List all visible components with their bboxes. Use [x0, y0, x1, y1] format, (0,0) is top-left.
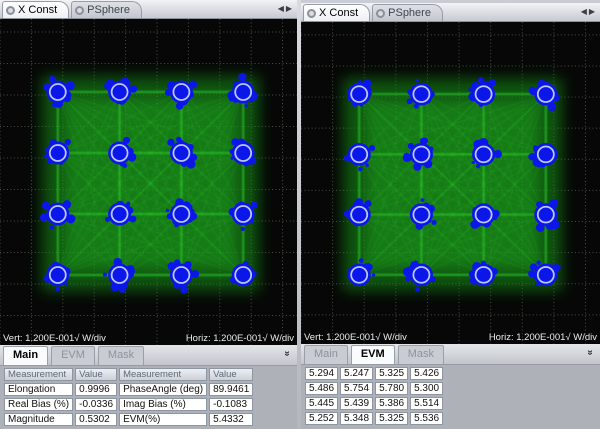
evm-value: 5.294	[305, 367, 338, 380]
tab-mask[interactable]: Mask	[98, 346, 144, 365]
right-results-section: Main EVM Mask » 5.294 5.247 5.325 5.426 …	[301, 344, 600, 429]
tab-scroll-arrows: ◀▶	[581, 7, 597, 16]
right-panel: X Const PSphere ◀▶ Vert: 1.200E-001√ W/d…	[301, 0, 600, 429]
collapse-table-icon[interactable]: »	[282, 351, 293, 357]
evm-value: 5.252	[305, 412, 338, 425]
tab-x-const[interactable]: X Const	[2, 1, 69, 18]
measurement-name: Magnitude	[4, 413, 73, 426]
measurement-name: Imag Bias (%)	[119, 398, 207, 411]
table-row: Elongation 0.9996 PhaseAngle (deg) 89.94…	[4, 383, 253, 396]
tab-x-const[interactable]: X Const	[303, 4, 370, 21]
right-results-tabbar: Main EVM Mask »	[301, 344, 600, 365]
measurement-value: 0.5302	[75, 413, 117, 426]
left-trace-tabbar: X Const PSphere ◀▶	[0, 0, 297, 19]
table-row: 5.486 5.754 5.780 5.300	[305, 382, 443, 395]
trace-circle-icon	[6, 6, 15, 15]
right-trace-tabbar: X Const PSphere ◀▶	[301, 3, 600, 22]
left-results-section: Main EVM Mask » Measurement Value Measur…	[0, 345, 297, 429]
evm-value: 5.486	[305, 382, 338, 395]
tab-label: PSphere	[87, 2, 130, 18]
evm-value: 5.348	[340, 412, 373, 425]
measurement-value: -0.1083	[209, 398, 253, 411]
vsa-window: X Const PSphere ◀▶ Vert: 1.200E-001√ W/d…	[0, 0, 600, 429]
left-panel: X Const PSphere ◀▶ Vert: 1.200E-001√ W/d…	[0, 0, 297, 429]
measurement-value: 0.9996	[75, 383, 117, 396]
table-row: Magnitude 0.5302 EVM(%) 5.4332	[4, 413, 253, 426]
measurement-name: EVM(%)	[119, 413, 207, 426]
evm-value: 5.780	[375, 382, 408, 395]
left-results-tabbar: Main EVM Mask »	[0, 345, 297, 366]
evm-value: 5.386	[375, 397, 408, 410]
evm-value: 5.514	[410, 397, 443, 410]
measurement-name: Real Bias (%)	[4, 398, 73, 411]
right-plot-area: Vert: 1.200E-001√ W/div Horiz: 1.200E-00…	[301, 22, 600, 344]
tab-evm[interactable]: EVM	[51, 346, 95, 365]
measurement-value: 89.9461	[209, 383, 253, 396]
measurement-value: -0.0336	[75, 398, 117, 411]
table-row: Real Bias (%) -0.0336 Imag Bias (%) -0.1…	[4, 398, 253, 411]
tab-evm[interactable]: EVM	[351, 345, 395, 364]
measurement-name: Elongation	[4, 383, 73, 396]
evm-value: 5.439	[340, 397, 373, 410]
tab-main[interactable]: Main	[304, 345, 348, 364]
tab-scroll-arrows: ◀▶	[278, 4, 294, 13]
tab-label: X Const	[18, 2, 57, 18]
evm-value: 5.325	[375, 412, 408, 425]
table-header-row: Measurement Value Measurement Value	[4, 368, 253, 381]
table-row: 5.445 5.439 5.386 5.514	[305, 397, 443, 410]
trace-circle-icon	[75, 6, 84, 15]
column-header: Value	[209, 368, 253, 381]
measurement-value: 5.4332	[209, 413, 253, 426]
constellation-plot[interactable]	[301, 22, 600, 344]
tab-label: X Const	[319, 5, 358, 21]
evm-grid-table: 5.294 5.247 5.325 5.426 5.486 5.754 5.78…	[303, 365, 445, 427]
tab-psphere[interactable]: PSphere	[372, 4, 443, 21]
evm-value: 5.247	[340, 367, 373, 380]
scroll-tabs-left-icon[interactable]: ◀	[278, 4, 286, 13]
constellation-plot[interactable]	[0, 19, 297, 345]
evm-value: 5.325	[375, 367, 408, 380]
scroll-tabs-right-icon[interactable]: ▶	[286, 4, 294, 13]
tab-mask[interactable]: Mask	[398, 345, 444, 364]
tab-main[interactable]: Main	[3, 346, 48, 365]
tab-psphere[interactable]: PSphere	[71, 1, 142, 18]
column-header: Measurement	[119, 368, 207, 381]
column-header: Value	[75, 368, 117, 381]
left-plot-area: Vert: 1.200E-001√ W/div Horiz: 1.200E-00…	[0, 19, 297, 345]
collapse-table-icon[interactable]: »	[585, 350, 596, 356]
trace-circle-icon	[307, 9, 316, 18]
tab-label: PSphere	[388, 5, 431, 21]
table-row: 5.252 5.348 5.325 5.536	[305, 412, 443, 425]
column-header: Measurement	[4, 368, 73, 381]
evm-value: 5.426	[410, 367, 443, 380]
trace-circle-icon	[376, 9, 385, 18]
measurement-table: Measurement Value Measurement Value Elon…	[2, 366, 255, 428]
evm-value: 5.536	[410, 412, 443, 425]
evm-value: 5.754	[340, 382, 373, 395]
scroll-tabs-left-icon[interactable]: ◀	[581, 7, 589, 16]
measurement-name: PhaseAngle (deg)	[119, 383, 207, 396]
evm-value: 5.300	[410, 382, 443, 395]
table-row: 5.294 5.247 5.325 5.426	[305, 367, 443, 380]
scroll-tabs-right-icon[interactable]: ▶	[589, 7, 597, 16]
evm-value: 5.445	[305, 397, 338, 410]
